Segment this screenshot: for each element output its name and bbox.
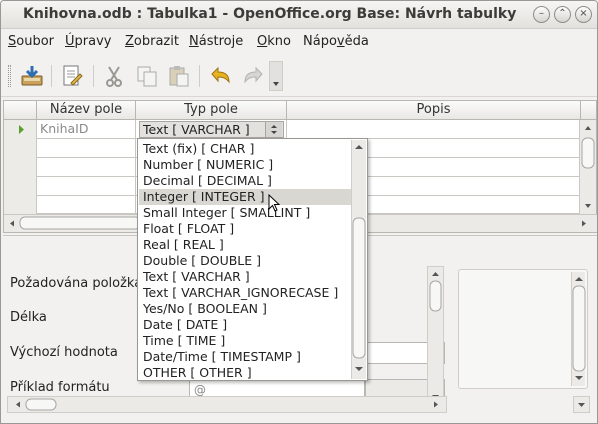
undo-icon[interactable] [207, 63, 233, 89]
dropdown-option[interactable]: Float [ FLOAT ] [139, 221, 352, 237]
cut-icon[interactable] [101, 63, 127, 89]
help-scrollbar[interactable] [571, 272, 586, 386]
dropdown-option[interactable]: Date/Time [ TIMESTAMP ] [139, 349, 352, 365]
field-name-cell[interactable] [37, 177, 136, 196]
menu-okno-rest: kno [267, 34, 291, 49]
redo-icon[interactable] [241, 63, 267, 89]
menu-upravy-accel: Ú [65, 34, 75, 49]
overflow-arrow-icon[interactable] [269, 61, 283, 91]
column-header-description[interactable]: Popis [287, 101, 581, 120]
column-header-field-type[interactable]: Typ pole [136, 101, 287, 120]
column-header-field-name[interactable]: Název pole [37, 101, 136, 120]
menu-nastroje-rest: ástroje [198, 34, 244, 49]
dropdown-scrollbar[interactable] [351, 140, 366, 379]
properties-horizontal-scrollbar[interactable] [7, 396, 447, 413]
field-type-dropdown-list[interactable]: Text (fix) [ CHAR ] Number [ NUMERIC ] D… [137, 138, 368, 381]
menu-napoveda-post: ěda [344, 34, 369, 49]
menu-upravy[interactable]: Úpravy [65, 34, 111, 49]
field-type-combobox-value: Text [ VARCHAR ] [143, 122, 250, 137]
field-name-cell[interactable] [37, 158, 136, 177]
toolbar-grip[interactable] [8, 65, 11, 87]
menu-okno[interactable]: Okno [257, 34, 291, 49]
menu-soubor[interactable]: Soubor [8, 34, 54, 49]
menu-napoveda-pre: Nápo [303, 34, 337, 49]
dropdown-option[interactable]: OTHER [ OTHER ] [139, 365, 352, 381]
paste-icon[interactable] [166, 63, 192, 89]
combo-spin-icon[interactable] [265, 122, 282, 137]
toolbar-separator [93, 65, 94, 87]
dropdown-option[interactable]: Text (fix) [ CHAR ] [139, 141, 352, 157]
dropdown-option[interactable]: Time [ TIME ] [139, 333, 352, 349]
toolbar-separator [199, 65, 200, 87]
help-text-box [458, 269, 588, 389]
row-marker[interactable] [4, 177, 37, 196]
menu-napoveda-accel: v [336, 34, 345, 49]
properties-vertical-scrollbar[interactable] [427, 266, 444, 406]
menu-nastroje-accel: N [189, 34, 199, 49]
save-icon[interactable] [19, 63, 45, 89]
dropdown-option[interactable]: Double [ DOUBLE ] [139, 253, 352, 269]
toolbar [1, 55, 597, 97]
format-example-label: Příklad formátu [10, 380, 110, 395]
dropdown-option[interactable]: Text [ VARCHAR ] [139, 269, 352, 285]
dropdown-option[interactable]: Decimal [ DECIMAL ] [139, 173, 352, 189]
menu-zobrazit-accel: Z [125, 34, 134, 49]
header-filler [581, 101, 596, 120]
default-value-label: Výchozí hodnota [10, 345, 118, 360]
dropdown-option[interactable]: Small Integer [ SMALLINT ] [139, 205, 352, 221]
row-header-corner [4, 101, 37, 120]
help-scroll-down-button[interactable] [573, 396, 590, 413]
length-label: Délka [10, 310, 47, 325]
row-marker[interactable] [4, 139, 37, 158]
menu-bar: Soubor Úpravy Zobrazit Nástroje Okno Náp… [1, 30, 597, 54]
mouse-cursor-icon [268, 193, 282, 214]
grid-vertical-scrollbar[interactable] [579, 120, 596, 214]
dropdown-option[interactable]: Date [ DATE ] [139, 317, 352, 333]
dropdown-option[interactable]: Yes/No [ BOOLEAN ] [139, 301, 352, 317]
edit-icon[interactable] [59, 63, 85, 89]
dropdown-option[interactable]: Number [ NUMERIC ] [139, 157, 352, 173]
field-name-cell[interactable]: KnihaID [37, 120, 136, 139]
menu-upravy-rest: pravy [74, 34, 112, 49]
close-icon[interactable]: × [575, 6, 592, 23]
title-bar[interactable]: Knihovna.odb : Tabulka1 - OpenOffice.org… [1, 1, 597, 29]
table-design-window: Knihovna.odb : Tabulka1 - OpenOffice.org… [0, 0, 598, 424]
menu-okno-accel: O [257, 34, 268, 49]
table-row[interactable]: KnihaID [4, 120, 581, 139]
dropdown-option[interactable]: Real [ REAL ] [139, 237, 352, 253]
toolbar-separator [51, 65, 52, 87]
description-cell[interactable] [287, 120, 581, 139]
field-name-cell[interactable] [37, 196, 136, 214]
row-marker[interactable] [4, 196, 37, 214]
menu-zobrazit-rest: obrazit [133, 34, 179, 49]
field-type-combobox[interactable]: Text [ VARCHAR ] [139, 121, 284, 138]
dropdown-option-highlighted[interactable]: Integer [ INTEGER ] [139, 189, 352, 205]
minimize-icon[interactable]: – [533, 6, 550, 23]
menu-zobrazit[interactable]: Zobrazit [125, 34, 179, 49]
menu-soubor-rest: oubor [16, 34, 55, 49]
menu-napoveda[interactable]: Nápověda [303, 34, 369, 49]
row-marker[interactable] [4, 158, 37, 177]
menu-nastroje[interactable]: Nástroje [189, 34, 243, 49]
maximize-icon[interactable]: ⌃ [554, 6, 571, 23]
required-entry-label: Požadována položka [10, 276, 143, 291]
row-marker[interactable] [4, 120, 37, 139]
dropdown-option[interactable]: Text [ VARCHAR_IGNORECASE ] [139, 285, 352, 301]
window-title: Knihovna.odb : Tabulka1 - OpenOffice.org… [23, 6, 517, 22]
copy-icon[interactable] [134, 63, 160, 89]
field-name-cell[interactable] [37, 139, 136, 158]
